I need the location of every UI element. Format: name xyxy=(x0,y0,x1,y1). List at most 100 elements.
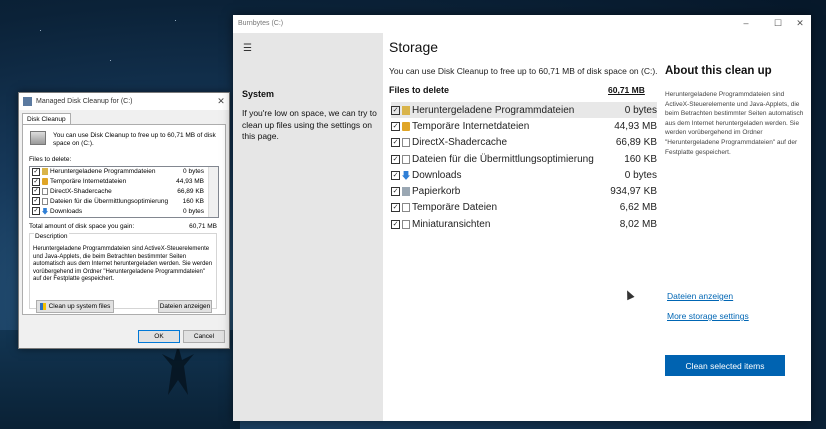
download-icon xyxy=(42,207,48,215)
list-item[interactable]: ✓ Heruntergeladene Programmdateien 0 bytes xyxy=(30,167,218,177)
folder-lock-icon xyxy=(42,168,48,176)
list-item[interactable]: ✓ Miniaturansichten 8,02 MB xyxy=(391,216,657,232)
item-name: Dateien für die Übermittlungsoptimierung xyxy=(50,197,169,205)
about-heading: About this clean up xyxy=(665,65,772,77)
list-item[interactable]: ✓ Dateien für die Übermittlungsoptimierun… xyxy=(391,151,657,167)
file-icon xyxy=(42,197,48,205)
disk-cleanup-icon xyxy=(23,97,32,106)
item-name: Temporäre Dateien xyxy=(412,202,498,214)
checkbox[interactable]: ✓ xyxy=(391,219,400,229)
recycle-bin-icon xyxy=(402,187,410,197)
files-list[interactable]: ✓ Heruntergeladene Programmdateien 0 bytes… xyxy=(29,166,219,218)
item-name: Papierkorb xyxy=(412,186,461,198)
file-icon xyxy=(402,219,410,229)
window-title: Burnbytes (C:) xyxy=(238,20,284,27)
total-gain-value: 60,71 MB xyxy=(189,223,217,230)
list-item[interactable]: ✓ Dateien für die Übermittlungsoptimierun… xyxy=(30,196,218,206)
sidebar-text: If you're low on space, we can try to cl… xyxy=(242,108,377,141)
list-item[interactable]: ✓ Papierkorb 934,97 KB xyxy=(391,183,657,199)
description-text: Heruntergeladene Programmdateien sind Ac… xyxy=(33,246,213,283)
item-name: Dateien für die Übermittlungsoptimierung xyxy=(412,153,594,165)
file-icon xyxy=(42,187,48,195)
description-label: Description xyxy=(34,233,69,240)
dialog-title: Managed Disk Cleanup for (C:) xyxy=(36,98,133,105)
shield-icon xyxy=(39,303,46,310)
files-to-delete-label: Files to delete xyxy=(389,85,450,95)
lead-text: You can use Disk Cleanup to free up to 6… xyxy=(389,66,658,76)
file-icon xyxy=(402,203,410,213)
checkbox[interactable]: ✓ xyxy=(32,167,40,176)
folder-lock-icon xyxy=(402,105,410,115)
list-item[interactable]: ✓ Downloads 0 bytes xyxy=(391,167,657,183)
scrollbar[interactable] xyxy=(208,167,218,217)
item-size: 160 KB xyxy=(182,197,204,205)
item-size: 0 bytes xyxy=(183,168,204,176)
file-icon xyxy=(402,154,410,164)
total-gain-row: Total amount of disk space you gain: 60,… xyxy=(29,223,217,230)
checkbox[interactable]: ✓ xyxy=(391,138,400,148)
show-files-link[interactable]: Dateien anzeigen xyxy=(667,291,733,301)
clean-selected-items-button[interactable]: Clean selected items xyxy=(665,355,785,376)
checkbox[interactable]: ✓ xyxy=(32,207,40,216)
description-group: Description Heruntergeladene Programmdat… xyxy=(29,233,217,309)
cancel-button[interactable]: Cancel xyxy=(183,330,225,343)
disk-cleanup-dialog: Managed Disk Cleanup for (C:) ✕ Disk Cle… xyxy=(18,92,230,349)
clean-system-files-label: Clean up system files xyxy=(48,303,111,310)
item-name: Downloads xyxy=(50,207,83,215)
checkbox[interactable]: ✓ xyxy=(391,105,400,115)
page-title: Storage xyxy=(389,39,439,55)
checkbox[interactable]: ✓ xyxy=(391,170,400,180)
ok-button[interactable]: OK xyxy=(138,330,180,343)
files-to-delete-label: Files to delete: xyxy=(29,156,72,163)
item-name: Temporäre Internetdateien xyxy=(50,178,127,186)
maximize-icon[interactable]: ☐ xyxy=(767,18,789,29)
checkbox[interactable]: ✓ xyxy=(32,197,40,206)
sidebar: ☰ System If you're low on space, we can … xyxy=(233,33,383,421)
item-size: 66,89 KB xyxy=(177,187,204,195)
list-item[interactable]: ✓ Heruntergeladene Programmdateien 0 bytes xyxy=(391,102,657,119)
file-icon xyxy=(402,138,410,148)
list-item[interactable]: ✓ Temporäre Internetdateien 44,93 MB xyxy=(30,177,218,187)
download-icon xyxy=(402,170,410,180)
item-size: 6,62 MB xyxy=(619,202,657,214)
item-size: 160 KB xyxy=(624,153,657,165)
checkbox[interactable]: ✓ xyxy=(391,203,400,213)
item-name: DirectX-Shadercache xyxy=(50,187,112,195)
item-name: Heruntergeladene Programmdateien xyxy=(50,168,156,176)
dialog-panel: You can use Disk Cleanup to free up to 6… xyxy=(22,124,226,315)
close-icon[interactable]: ✕ xyxy=(213,96,229,107)
window-titlebar: Burnbytes (C:) – ☐ ✕ xyxy=(233,15,811,33)
item-size: 44,93 MB xyxy=(614,120,657,132)
list-item[interactable]: ✓ Downloads 0 bytes xyxy=(30,206,218,216)
checkbox[interactable]: ✓ xyxy=(391,121,400,131)
item-size: 66,89 KB xyxy=(615,137,657,149)
list-item[interactable]: ✓ Temporäre Dateien 6,62 MB xyxy=(391,200,657,216)
lock-icon xyxy=(402,121,410,131)
item-size: 0 bytes xyxy=(624,104,657,116)
dialog-intro: You can use Disk Cleanup to free up to 6… xyxy=(53,132,216,147)
files-list: ✓ Heruntergeladene Programmdateien 0 bytes… xyxy=(391,102,657,232)
minimize-icon[interactable]: – xyxy=(735,18,757,28)
item-name: Downloads xyxy=(412,169,462,181)
more-storage-settings-link[interactable]: More storage settings xyxy=(667,311,749,321)
drive-icon xyxy=(30,131,46,145)
checkbox[interactable]: ✓ xyxy=(391,154,400,164)
list-item[interactable]: ✓ DirectX-Shadercache 66,89 KB xyxy=(391,135,657,151)
about-text: Heruntergeladene Programmdateien sind Ac… xyxy=(665,91,804,156)
lock-icon xyxy=(42,178,48,186)
close-icon[interactable]: ✕ xyxy=(789,18,811,29)
item-size: 0 bytes xyxy=(183,207,204,215)
checkbox[interactable]: ✓ xyxy=(32,187,40,196)
item-name: Heruntergeladene Programmdateien xyxy=(412,104,575,116)
show-files-button[interactable]: Dateien anzeigen xyxy=(158,300,212,313)
item-size: 8,02 MB xyxy=(619,218,657,230)
hamburger-icon[interactable]: ☰ xyxy=(243,43,252,54)
checkbox[interactable]: ✓ xyxy=(32,177,40,186)
checkbox[interactable]: ✓ xyxy=(391,187,400,197)
desktop-figure xyxy=(162,345,194,395)
main-content: Storage You can use Disk Cleanup to free… xyxy=(383,33,811,421)
clean-system-files-button[interactable]: Clean up system files xyxy=(36,300,114,313)
sidebar-heading: System xyxy=(242,89,275,99)
list-item[interactable]: ✓ Temporäre Internetdateien 44,93 MB xyxy=(391,118,657,134)
list-item[interactable]: ✓ DirectX-Shadercache 66,89 KB xyxy=(30,187,218,197)
